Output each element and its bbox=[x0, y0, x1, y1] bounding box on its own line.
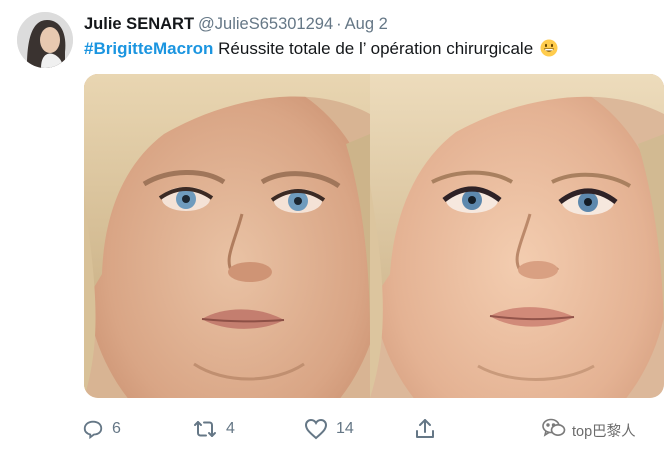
hashtag-link[interactable]: #BrigitteMacron bbox=[84, 39, 213, 58]
reply-count: 6 bbox=[112, 420, 121, 437]
tweet-body: Réussite totale de l’ opération chirurgi… bbox=[218, 39, 534, 58]
like-button[interactable]: 14 bbox=[304, 416, 354, 442]
author-handle[interactable]: @JulieS65301294 bbox=[198, 15, 333, 33]
tweet-date[interactable]: Aug 2 bbox=[345, 15, 388, 33]
tweet-header: Julie SENART @JulieS65301294 · Aug 2 bbox=[84, 13, 388, 35]
heart-icon bbox=[304, 418, 328, 440]
share-icon bbox=[414, 418, 436, 440]
avatar[interactable] bbox=[17, 12, 73, 68]
reply-icon bbox=[82, 418, 104, 440]
tweet-text: #BrigitteMacron Réussite totale de l’ op… bbox=[84, 38, 558, 60]
author-name[interactable]: Julie SENART bbox=[84, 15, 194, 33]
like-count: 14 bbox=[336, 420, 354, 437]
after-photo[interactable] bbox=[370, 74, 664, 398]
retweet-count: 4 bbox=[226, 420, 235, 437]
retweet-icon bbox=[192, 418, 218, 440]
watermark-label: top巴黎人 bbox=[572, 423, 636, 440]
watermark: top巴黎人 bbox=[542, 418, 636, 442]
separator-dot: · bbox=[336, 15, 342, 33]
tweet-media[interactable] bbox=[84, 74, 664, 398]
tweet: Julie SENART @JulieS65301294 · Aug 2 #Brigi… bbox=[0, 0, 672, 460]
grinning-face-emoji-icon bbox=[540, 39, 558, 57]
retweet-button[interactable]: 4 bbox=[192, 416, 235, 442]
reply-button[interactable]: 6 bbox=[82, 416, 121, 442]
wechat-icon bbox=[542, 418, 566, 442]
before-photo[interactable] bbox=[84, 74, 370, 398]
share-button[interactable] bbox=[414, 416, 436, 442]
